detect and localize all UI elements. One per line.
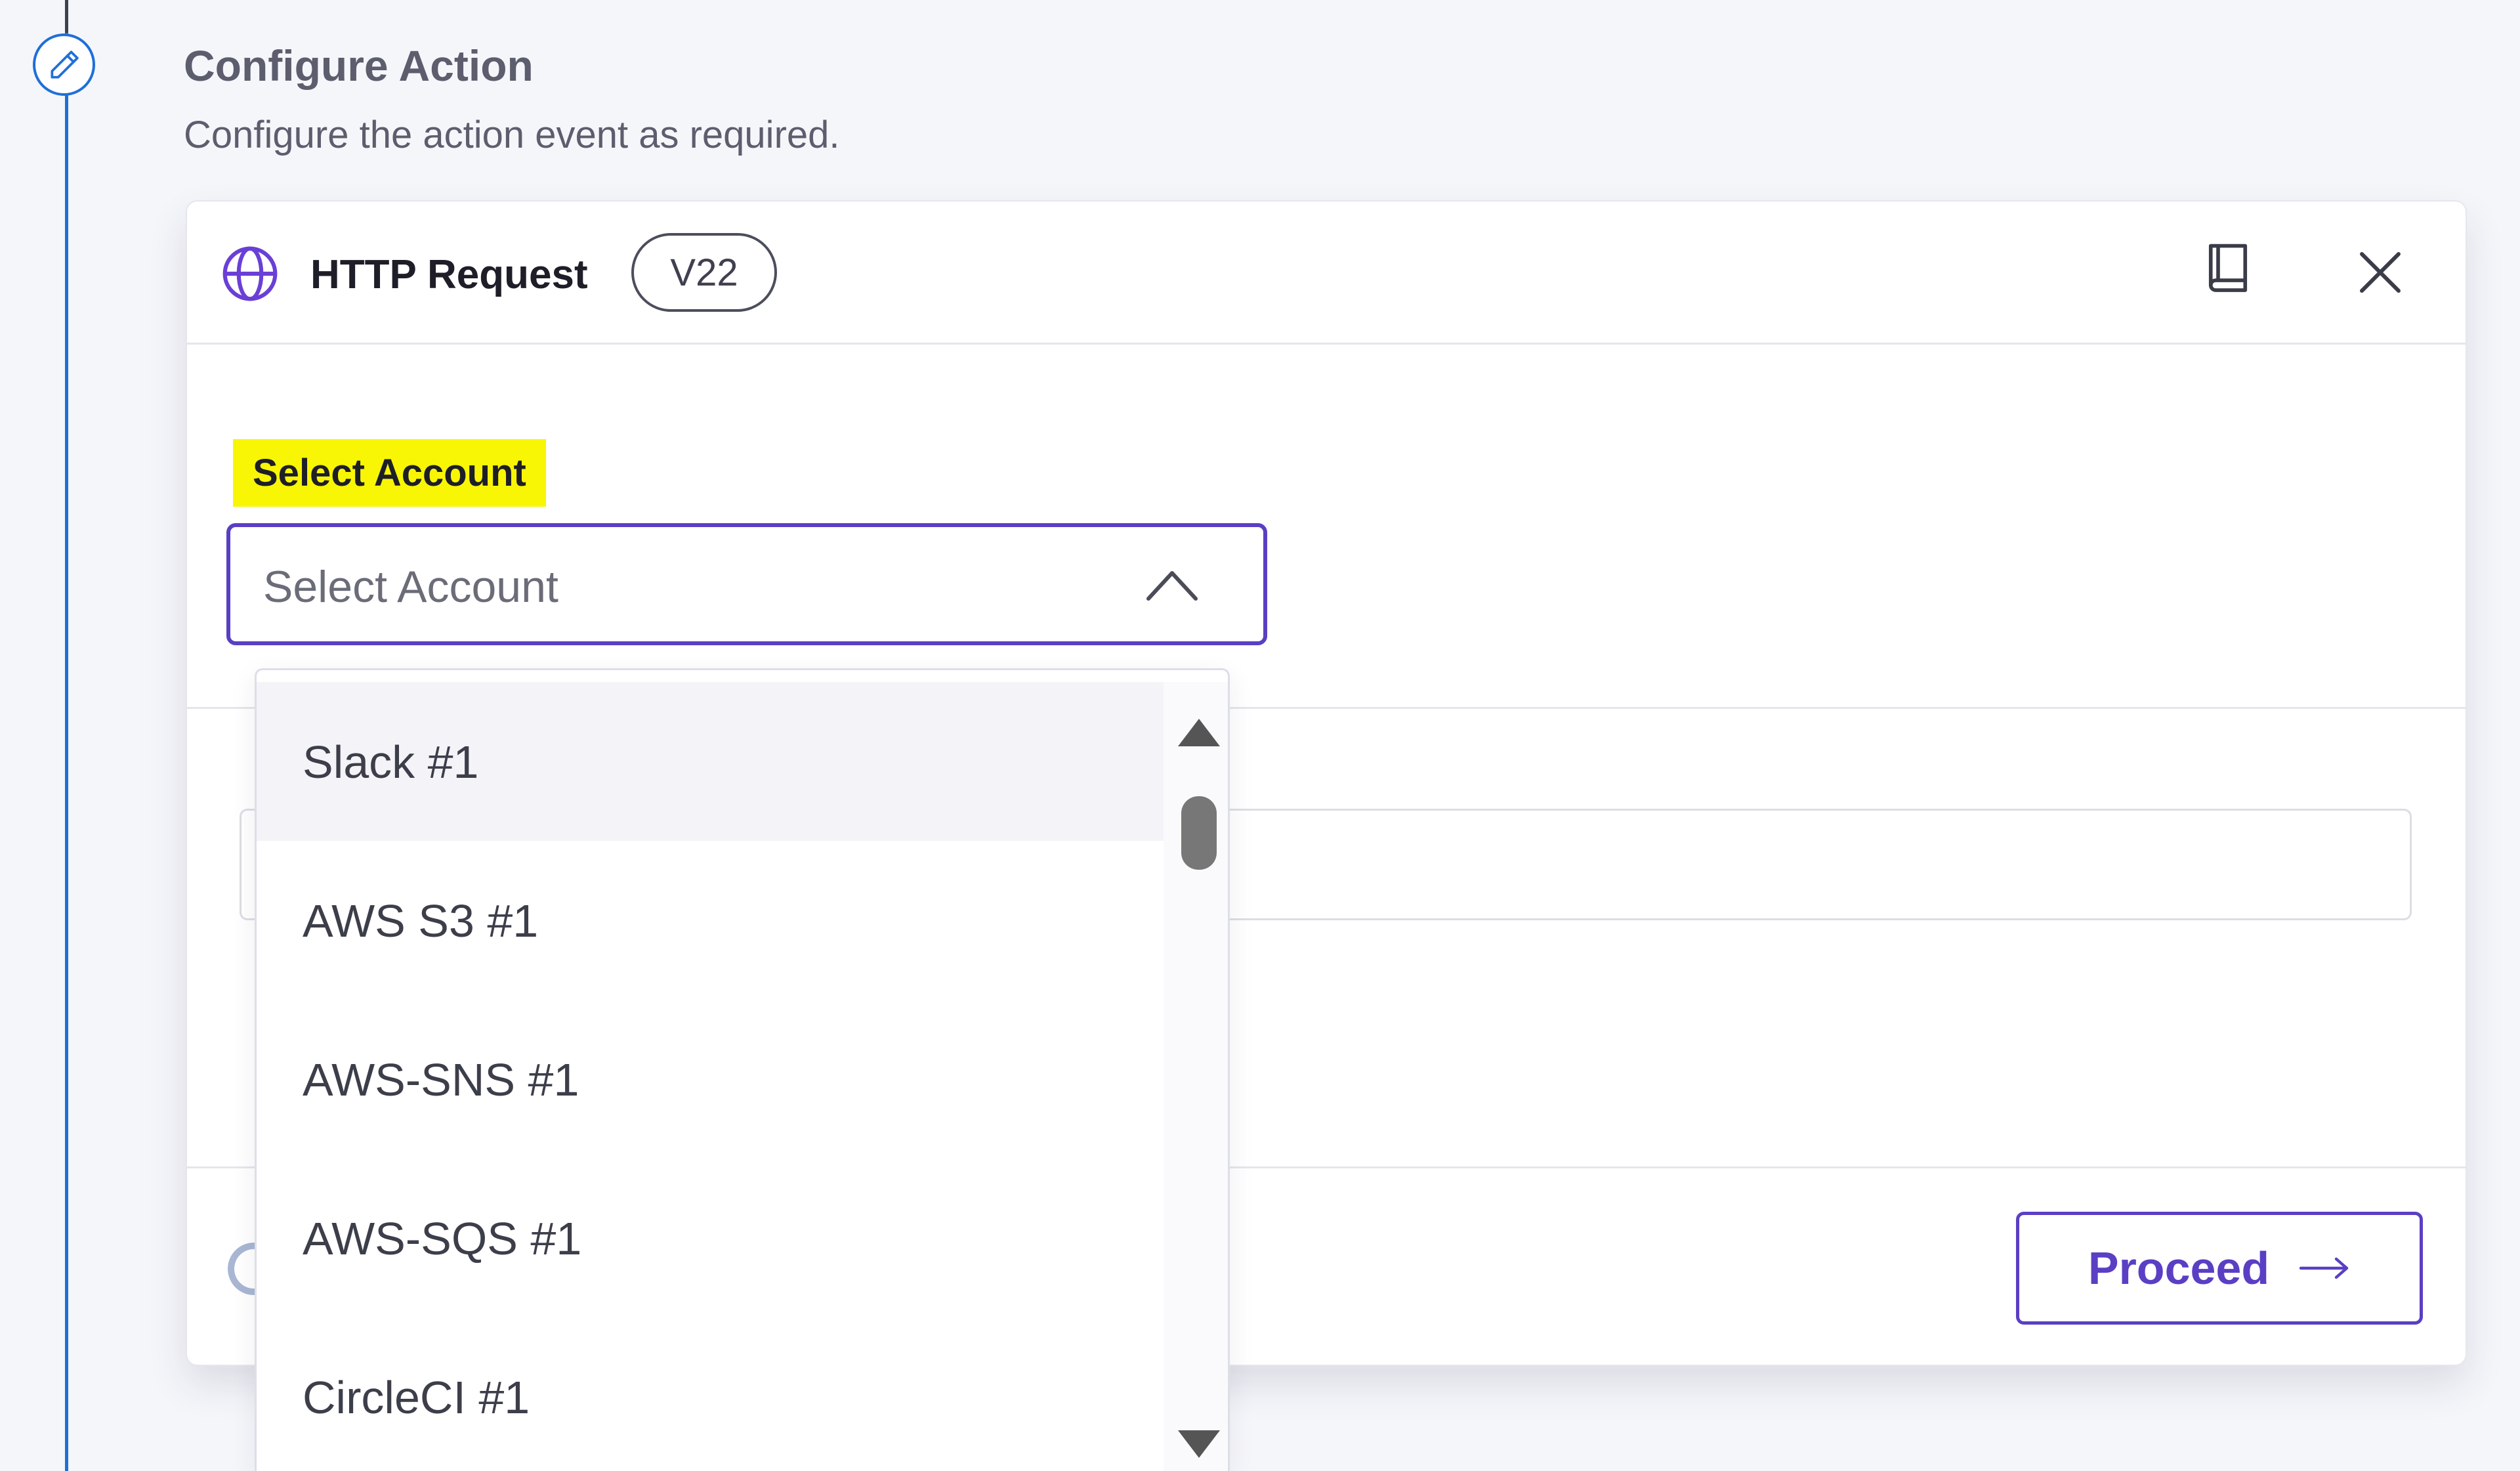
account-option-label: AWS S3 #1	[303, 895, 539, 947]
account-option[interactable]: CircleCI #1	[257, 1317, 1164, 1471]
step-edit-indicator	[33, 33, 95, 96]
scroll-thumb[interactable]	[1181, 796, 1217, 870]
dropdown-scrollbar[interactable]	[1164, 682, 1228, 1471]
app-title: HTTP Request	[310, 252, 588, 297]
account-option[interactable]: Slack #1	[257, 682, 1164, 841]
version-label: V22	[670, 251, 738, 294]
timeline-line-top	[65, 0, 68, 33]
step-title: Configure Action	[184, 41, 534, 90]
chevron-up-icon[interactable]	[1143, 565, 1202, 605]
arrow-right-icon	[2299, 1257, 2349, 1279]
account-option-label: CircleCI #1	[303, 1372, 530, 1423]
select-account-label: Select Account	[233, 439, 546, 507]
close-icon[interactable]	[2353, 245, 2408, 300]
version-badge[interactable]: V22	[631, 233, 777, 312]
account-option[interactable]: AWS-SQS #1	[257, 1159, 1164, 1317]
account-dropdown-menu: Slack #1 AWS S3 #1 AWS-SNS #1 AWS-SQS #1…	[255, 668, 1230, 1471]
account-option-label: Slack #1	[303, 736, 479, 788]
globe-icon	[222, 246, 278, 301]
proceed-button[interactable]: Proceed	[2016, 1212, 2423, 1325]
timeline-line	[65, 0, 68, 1471]
account-option[interactable]: AWS S3 #1	[257, 841, 1164, 1000]
account-option-label: AWS-SQS #1	[303, 1213, 582, 1264]
scroll-down-arrow-icon[interactable]	[1178, 1430, 1220, 1458]
step-description: Configure the action event as required.	[184, 114, 840, 156]
account-option[interactable]: AWS-SNS #1	[257, 1000, 1164, 1159]
account-select[interactable]: Select Account	[226, 523, 1267, 645]
account-select-placeholder: Select Account	[263, 562, 558, 612]
pencil-icon	[50, 50, 79, 79]
account-options-list: Slack #1 AWS S3 #1 AWS-SNS #1 AWS-SQS #1…	[257, 682, 1164, 1471]
proceed-label: Proceed	[2088, 1243, 2270, 1294]
card-header: HTTP Request V22	[187, 202, 2466, 345]
scroll-up-arrow-icon[interactable]	[1178, 719, 1220, 746]
book-icon[interactable]	[2202, 241, 2254, 300]
account-option-label: AWS-SNS #1	[303, 1054, 579, 1105]
